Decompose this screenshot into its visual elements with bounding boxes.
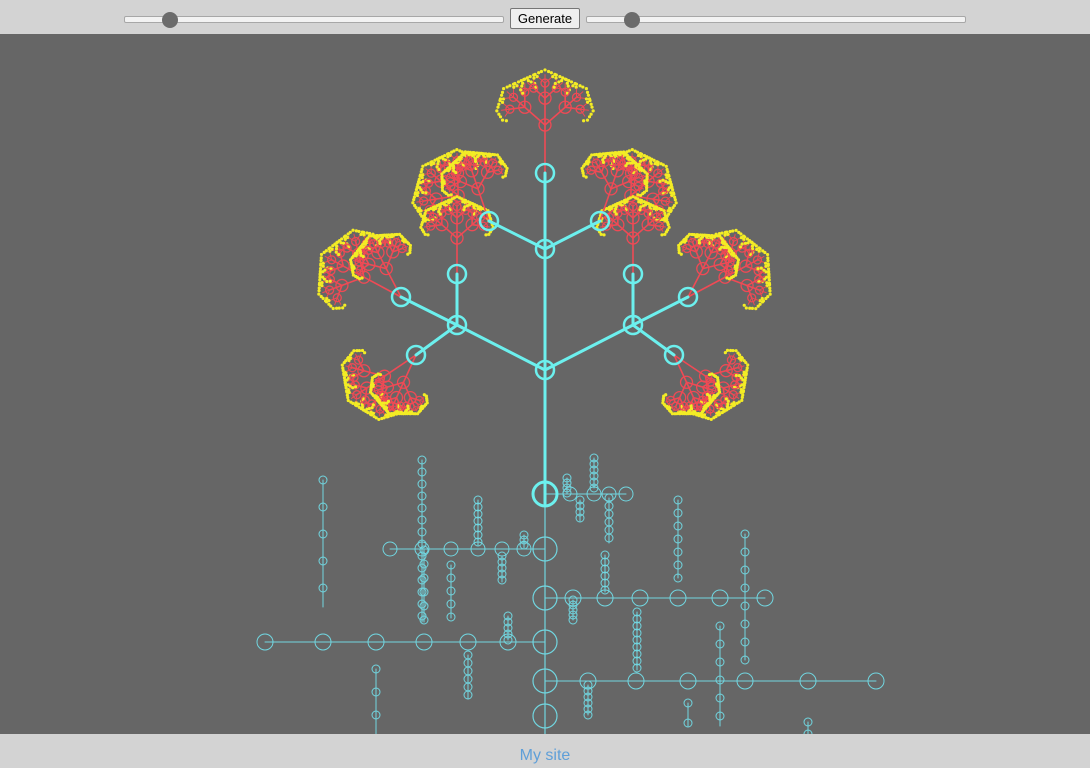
right-range-slider[interactable] [586, 12, 966, 28]
left-range-slider[interactable] [124, 12, 504, 28]
fractal-tree-drawing [256, 68, 885, 734]
root-network [256, 453, 885, 734]
footer: My site [0, 734, 1090, 768]
slider-track [124, 16, 504, 23]
my-site-link[interactable]: My site [520, 747, 571, 765]
slider-thumb[interactable] [624, 12, 640, 28]
generate-button[interactable]: Generate [510, 8, 580, 29]
slider-track [586, 16, 966, 23]
fractal-canvas[interactable] [0, 34, 1090, 734]
slider-thumb[interactable] [162, 12, 178, 28]
toolbar: Generate [0, 0, 1090, 34]
